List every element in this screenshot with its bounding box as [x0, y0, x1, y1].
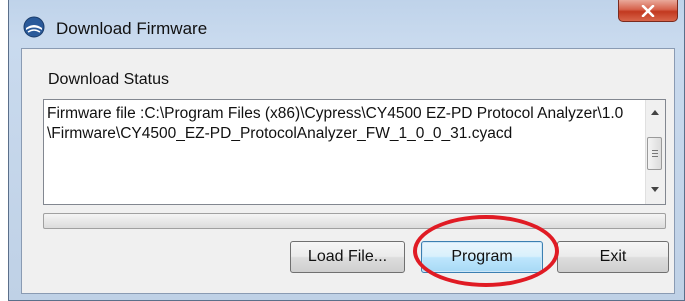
exit-button[interactable]: Exit	[557, 241, 669, 273]
cypress-app-icon	[23, 16, 45, 38]
grip-line	[652, 156, 658, 157]
grip-line	[652, 150, 658, 151]
scroll-thumb[interactable]	[647, 137, 662, 170]
load-file-button[interactable]: Load File...	[290, 241, 405, 273]
close-button[interactable]	[618, 0, 678, 22]
scroll-up-arrow-icon[interactable]	[651, 110, 659, 115]
download-status-textbox[interactable]: Firmware file :C:\Program Files (x86)\Cy…	[43, 99, 666, 205]
title-bar[interactable]: Download Firmware	[9, 0, 684, 46]
download-progress-bar	[43, 213, 666, 229]
dialog-client-area: Download Status Firmware file :C:\Progra…	[21, 48, 675, 294]
vertical-scrollbar[interactable]	[645, 100, 665, 204]
grip-line	[652, 153, 658, 154]
program-button[interactable]: Program	[421, 241, 543, 273]
window-title: Download Firmware	[56, 19, 208, 38]
scroll-down-arrow-icon[interactable]	[651, 187, 659, 192]
download-status-text: Firmware file :C:\Program Files (x86)\Cy…	[47, 105, 624, 142]
download-firmware-dialog: Download Firmware Download Status Firmwa…	[8, 0, 685, 301]
download-status-label: Download Status	[48, 71, 169, 88]
close-icon	[641, 4, 655, 17]
